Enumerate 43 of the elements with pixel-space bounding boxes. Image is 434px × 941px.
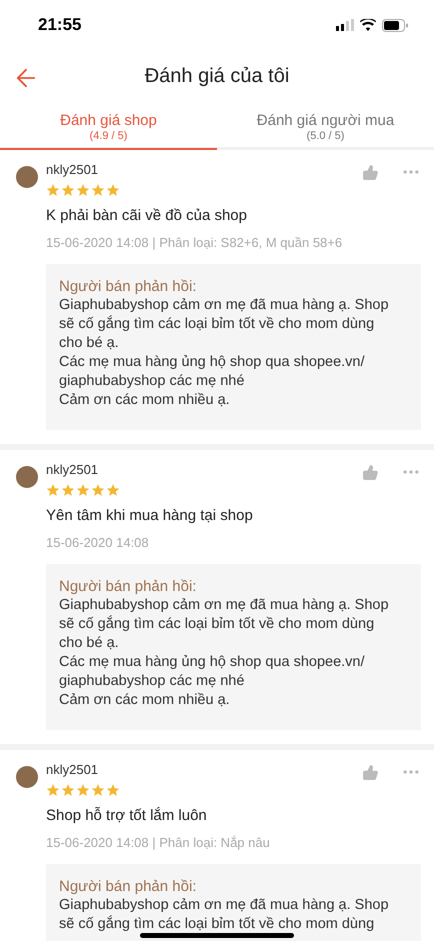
review-comment: Shop hỗ trợ tốt lắm luôn [46,807,208,824]
star-icon [91,783,105,797]
username: nkly2501 [46,162,100,177]
tab[interactable]: Đánh giá shop (4.9 / 5) [0,102,217,150]
star-icon [76,483,90,497]
avatar [16,766,38,788]
tab[interactable]: Đánh giá người mua (5.0 / 5) [217,102,434,150]
star-icon [46,183,60,197]
username: nkly2501 [46,762,100,777]
star-icon [61,183,75,197]
reply-label: Người bán phản hồi: [59,877,198,896]
avatar [16,466,38,488]
reply-label: Người bán phản hồi: [59,277,198,296]
star-icon [91,483,105,497]
reply-text: Giaphubabyshop cảm ơn mẹ đã mua hàng ạ. Shop sẽ cố gắng tìm các loại bỉm tốt về cho mom dùng cho bé ạ. Các mẹ mua hàng ủng hộ shop qua shopee.vn/ giaphubabyshop các mẹ nhé Cảm ơn các mom nhiều ạ. [59,296,390,410]
star-icon [61,483,75,497]
wifi-icon [360,19,376,31]
star-icon [106,783,120,797]
star-icon [106,183,120,197]
username: nkly2501 [46,462,100,477]
review-comment: Yên tâm khi mua hàng tại shop [46,507,254,524]
signal-icon [336,19,354,31]
avatar [16,166,38,188]
star-icon [46,483,60,497]
star-icon [61,783,75,797]
status-time: 21:55 [38,15,82,35]
review-meta: 15-06-2020 14:08 | Phân loại: S82+6, M quần 58+6 [46,235,344,250]
star-icon [76,183,90,197]
star-icon [46,783,60,797]
like-icon[interactable] [362,164,379,180]
page-title: Đánh giá của tôi [144,64,290,88]
review-meta: 15-06-2020 14:08 | Phân loại: Nắp nâu [46,835,271,850]
like-icon[interactable] [362,764,379,780]
battery-icon [382,18,408,32]
reply-text: Giaphubabyshop cảm ơn mẹ đã mua hàng ạ. Shop sẽ cố gắng tìm các loại bỉm tốt về cho mom dùng [59,896,390,934]
reply-label: Người bán phản hồi: [59,577,198,596]
star-icon [76,783,90,797]
star-icon [106,483,120,497]
review-comment: K phải bàn cãi về đồ của shop [46,207,248,224]
star-icon [91,183,105,197]
review-meta: 15-06-2020 14:08 [46,535,150,550]
reply-text: Giaphubabyshop cảm ơn mẹ đã mua hàng ạ. Shop sẽ cố gắng tìm các loại bỉm tốt về cho mom dùng cho bé ạ. Các mẹ mua hàng ủng hộ shop qua shopee.vn/ giaphubabyshop các mẹ nhé Cảm ơn các mom nhiều ạ. [59,596,390,710]
like-icon[interactable] [362,464,379,480]
